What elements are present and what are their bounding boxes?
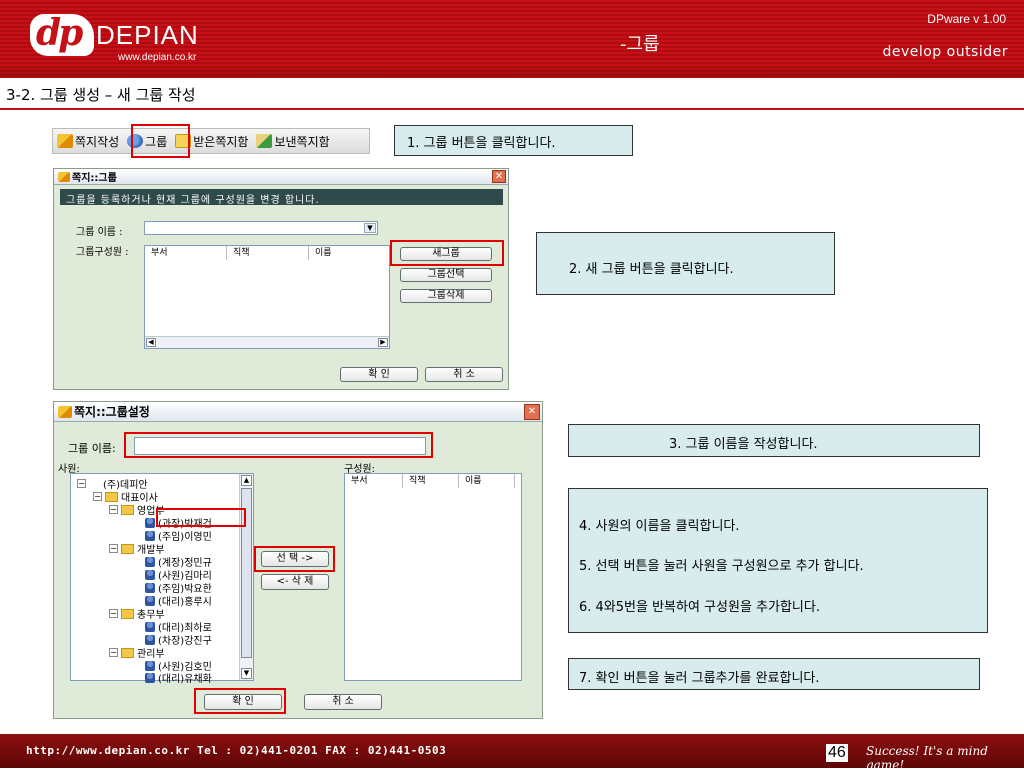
chevron-down-icon[interactable]: ▼: [364, 223, 376, 233]
highlight-employee: [156, 508, 246, 527]
person-icon: [145, 517, 155, 528]
page-number: 46: [826, 744, 848, 762]
toolbar-sent-button[interactable]: 보낸쪽지함: [252, 130, 333, 152]
folder-icon: [121, 543, 134, 554]
highlight-select-button: [254, 546, 335, 572]
select-group-button[interactable]: 그룹선택: [400, 268, 492, 282]
dialog-app-icon: [58, 405, 72, 418]
scroll-left-icon[interactable]: ◀: [146, 338, 156, 347]
column-header-title[interactable]: 직책: [227, 246, 309, 260]
footer-bar: http://www.depian.co.kr Tel : 02)441-020…: [0, 734, 1024, 772]
group-dialog-titlebar: 쪽지::그룹: [54, 169, 508, 185]
highlight-group-button: [131, 124, 190, 158]
header-title: -그룹: [620, 34, 660, 55]
section-title: 3-2. 그룹 생성 – 새 그룹 작성: [6, 86, 196, 104]
toolbar-sent-label: 보낸쪽지함: [274, 134, 330, 149]
folder-icon: [105, 491, 118, 502]
callout-step6: 6. 4와5번을 반복하여 구성원을 추가합니다.: [579, 600, 820, 615]
delete-group-button[interactable]: 그룹삭제: [400, 289, 492, 303]
column-header-dept[interactable]: 부서: [145, 246, 227, 260]
toolbar-inbox-label: 받은쪽지함: [193, 134, 249, 149]
person-icon: [145, 569, 155, 580]
callout-step7: 7. 확인 버튼을 눌러 그룹추가를 완료합니다.: [568, 658, 980, 690]
collapse-icon[interactable]: −: [109, 544, 118, 553]
dialog-app-icon: [58, 171, 70, 182]
logo-mark: dp: [36, 12, 83, 54]
column-header-dept[interactable]: 부서: [345, 474, 403, 488]
cancel-button[interactable]: 취 소: [304, 694, 382, 710]
remove-member-button[interactable]: <- 삭 제: [261, 574, 329, 590]
person-icon: [145, 634, 155, 645]
group-dialog: 쪽지::그룹 ✕ 그룹을 등록하거나 현재 그룹에 구성원을 변경 합니다. 그…: [53, 168, 509, 390]
collapse-icon[interactable]: −: [109, 609, 118, 618]
version-label: DPware v 1.00: [927, 12, 1006, 26]
folder-icon: [121, 647, 134, 658]
person-icon: [145, 582, 155, 593]
callout-step3: 3. 그룹 이름을 작성합니다.: [568, 424, 980, 457]
tagline: develop outsider: [882, 44, 1008, 60]
employee-tree[interactable]: − (주)데피안 − 대표이사 − 영업부 (과장)박재건 (주임)이영민 − 개발부 …: [70, 473, 254, 685]
toolbar-write-label: 쪽지작성: [75, 134, 120, 149]
group-name-label: 그룹 이름:: [68, 442, 116, 455]
collapse-icon[interactable]: −: [93, 492, 102, 501]
person-icon: [145, 556, 155, 567]
close-icon[interactable]: ✕: [492, 170, 506, 183]
collapse-icon[interactable]: −: [109, 648, 118, 657]
vertical-scrollbar[interactable]: ▲ ▼: [239, 474, 253, 680]
callout-step4: 4. 사원의 이름을 클릭합니다.: [579, 519, 740, 534]
folder-icon: [121, 504, 134, 515]
toolbar-write-button[interactable]: 쪽지작성: [53, 130, 123, 152]
group-members-label: 그룹구성원 :: [76, 247, 129, 258]
scroll-down-icon[interactable]: ▼: [241, 668, 252, 679]
collapse-icon[interactable]: −: [109, 505, 118, 514]
cancel-button[interactable]: 취 소: [425, 367, 503, 382]
group-dialog-title: 쪽지::그룹: [72, 173, 117, 184]
folder-icon: [121, 608, 134, 619]
scroll-right-icon[interactable]: ▶: [378, 338, 388, 347]
callout-steps-4-6: 4. 사원의 이름을 클릭합니다. 5. 선택 버튼을 눌러 사원을 구성원으로…: [568, 488, 988, 633]
settings-dialog-titlebar: 쪽지::그룹설정: [54, 402, 542, 422]
member-list[interactable]: 부서 직책 이름: [344, 473, 522, 681]
message-toolbar: 쪽지작성 그룹 받은쪽지함 보낸쪽지함: [52, 128, 370, 154]
sent-icon: [256, 134, 273, 148]
person-icon: [145, 660, 155, 671]
footer-contact: http://www.depian.co.kr Tel : 02)441-020…: [26, 744, 447, 757]
ok-button[interactable]: 확 인: [340, 367, 418, 382]
group-dialog-banner: 그룹을 등록하거나 현재 그룹에 구성원을 변경 합니다.: [60, 189, 503, 206]
highlight-new-group-button: [390, 240, 504, 266]
column-header-name[interactable]: 이름: [459, 474, 515, 488]
horizontal-scrollbar[interactable]: ◀ ▶: [145, 336, 389, 348]
write-icon: [57, 134, 73, 148]
group-name-label: 그룹 이름 :: [76, 227, 123, 238]
logo-name: DEPIAN: [96, 20, 199, 50]
person-icon: [145, 621, 155, 632]
person-icon: [145, 595, 155, 606]
group-members-list[interactable]: 부서 직책 이름 ◀ ▶: [144, 245, 390, 349]
collapse-icon[interactable]: −: [77, 479, 86, 488]
callout-step2: 2. 새 그룹 버튼을 클릭합니다.: [536, 232, 835, 295]
column-header-title[interactable]: 직책: [403, 474, 459, 488]
scroll-up-icon[interactable]: ▲: [241, 475, 252, 486]
callout-step5: 5. 선택 버튼을 눌러 사원을 구성원으로 추가 합니다.: [579, 559, 864, 574]
person-icon: [145, 672, 155, 683]
highlight-ok-button: [194, 688, 286, 714]
tree-employee[interactable]: (대리)유채화: [145, 670, 212, 685]
close-icon[interactable]: ✕: [524, 404, 540, 420]
header-bar: dp DEPIAN www.depian.co.kr -그룹 DPware v …: [0, 0, 1024, 78]
callout-step1: 1. 그룹 버튼을 클릭합니다.: [394, 125, 633, 156]
group-name-select[interactable]: ▼: [144, 221, 378, 235]
section-divider: [0, 108, 1024, 110]
settings-dialog-title: 쪽지::그룹설정: [74, 405, 150, 419]
person-icon: [145, 530, 155, 541]
column-header-name[interactable]: 이름: [309, 246, 389, 260]
logo-url: www.depian.co.kr: [118, 52, 197, 63]
highlight-group-name-input: [124, 432, 433, 458]
